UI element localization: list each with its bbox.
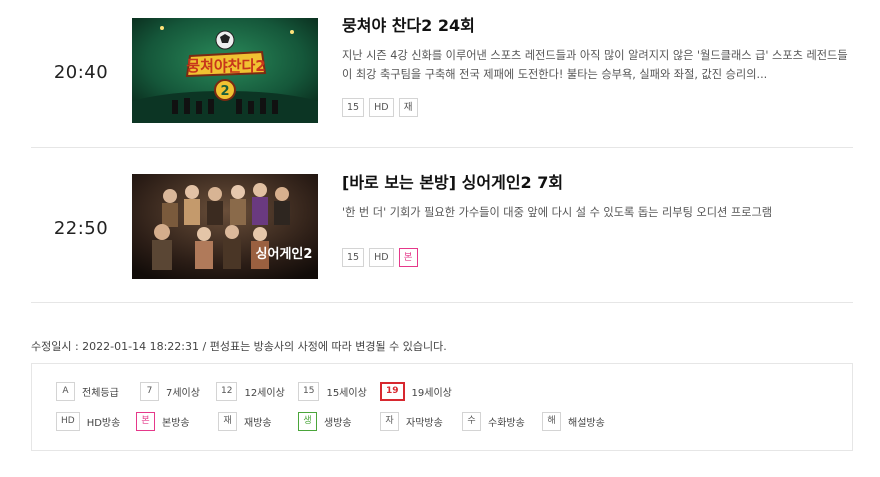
legend-item-12: 12 12세이상	[216, 382, 298, 401]
legend-item-live: 생 생방송	[298, 412, 380, 431]
legend-label: HD방송	[86, 418, 121, 429]
legend-label: 자막방송	[406, 418, 443, 429]
rating-badge: 15	[342, 248, 365, 267]
legend-ratings-row: A 전체등급 7 7세이상 12 12세이상 15 15세이상 19 19세이상	[56, 382, 452, 401]
legend-badge: 12	[216, 382, 238, 401]
legend-badge: 7	[140, 382, 159, 401]
legend-label: 7세이상	[166, 388, 200, 399]
program-info: [바로 보는 본방] 싱어게인2 7회 '한 번 더' 기회가 필요한 가수들이…	[342, 172, 854, 267]
legend-label: 본방송	[162, 418, 190, 429]
legend-item-19: 19 19세이상	[380, 382, 452, 401]
legend-badge: 생	[298, 412, 317, 431]
program-title[interactable]: [바로 보는 본방] 싱어게인2 7회	[342, 172, 854, 194]
legend-item-all: A 전체등급	[56, 382, 140, 401]
program-info: 뭉쳐야 찬다2 24회 지난 시즌 4강 신화를 이루어낸 스포츠 레전드들과 …	[342, 15, 854, 117]
program-badges: 15 HD 본	[342, 248, 854, 267]
legend-item-subtitle: 자 자막방송	[380, 412, 462, 431]
program-description: '한 번 더' 기회가 필요한 가수들이 대중 앞에 다시 설 수 있도록 돕는…	[342, 206, 773, 219]
legend-item-7: 7 7세이상	[140, 382, 216, 401]
program-title[interactable]: 뭉쳐야 찬다2 24회	[342, 15, 854, 37]
legend-badge: 19	[380, 382, 405, 401]
thumbnail-logo-text: 뭉쳐야찬다2	[186, 57, 265, 75]
legend-label: 수화방송	[488, 418, 525, 429]
thumbnail-logo-text: 싱어게인2	[256, 246, 313, 262]
legend-badge: 해	[542, 412, 561, 431]
legend-item-15: 15 15세이상	[298, 382, 380, 401]
legend-label: 15세이상	[326, 388, 367, 399]
legend-label: 재방송	[244, 418, 272, 429]
hd-badge: HD	[369, 248, 394, 267]
legend-badge: 재	[218, 412, 237, 431]
legend-item-premiere: 본 본방송	[136, 412, 218, 431]
rating-badge: 15	[342, 98, 365, 117]
legend-item-hd: HD HD방송	[56, 412, 136, 431]
legend-badge: 본	[136, 412, 155, 431]
program-badges: 15 HD 재	[342, 98, 854, 117]
rerun-badge: 재	[398, 98, 418, 117]
thumbnail-image: 싱어게인2	[132, 174, 318, 279]
hd-badge: HD	[369, 98, 394, 117]
legend-item-commentary: 해 해설방송	[542, 412, 605, 431]
legend-badge: 15	[298, 382, 320, 401]
live-premiere-badge: 본	[398, 248, 418, 267]
legend-label: 19세이상	[411, 388, 452, 399]
legend-label: 12세이상	[244, 388, 285, 399]
program-time: 20:40	[53, 62, 109, 83]
legend-label: 전체등급	[82, 388, 119, 399]
legend-badge: 자	[380, 412, 399, 431]
legend-badge: 수	[462, 412, 481, 431]
legend-badge: A	[56, 382, 75, 401]
program-row: 22:50 싱어게인2 [바로 보는 본방] 싱어게인2 7회 '한 번 더' …	[31, 148, 853, 303]
svg-text:2: 2	[220, 84, 229, 99]
legend-label: 해설방송	[568, 418, 605, 429]
badge-legend: A 전체등급 7 7세이상 12 12세이상 15 15세이상 19 19세이상…	[31, 363, 853, 451]
legend-item-sign: 수 수화방송	[462, 412, 542, 431]
program-thumbnail[interactable]: 싱어게인2	[132, 174, 318, 279]
program-time: 22:50	[53, 218, 109, 239]
thumbnail-image: 뭉쳐야찬다2 2	[132, 18, 318, 123]
schedule-notice: 수정일시 : 2022-01-14 18:22:31 / 편성표는 방송사의 사…	[31, 340, 447, 353]
program-description: 지난 시즌 4강 신화를 이루어낸 스포츠 레전드들과 아직 많이 알려지지 않…	[342, 49, 848, 81]
legend-label: 생방송	[324, 418, 352, 429]
legend-item-rerun: 재 재방송	[218, 412, 298, 431]
legend-badge: HD	[56, 412, 80, 431]
program-row: 20:40 뭉쳐야찬다2 2 뭉쳐야 찬다2 24회 지난 시즌 4강 신화를 …	[31, 0, 853, 148]
legend-types-row: HD HD방송 본 본방송 재 재방송 생 생방송 자 자막방송 수 수화방송 …	[56, 412, 605, 431]
program-thumbnail[interactable]: 뭉쳐야찬다2 2	[132, 18, 318, 123]
